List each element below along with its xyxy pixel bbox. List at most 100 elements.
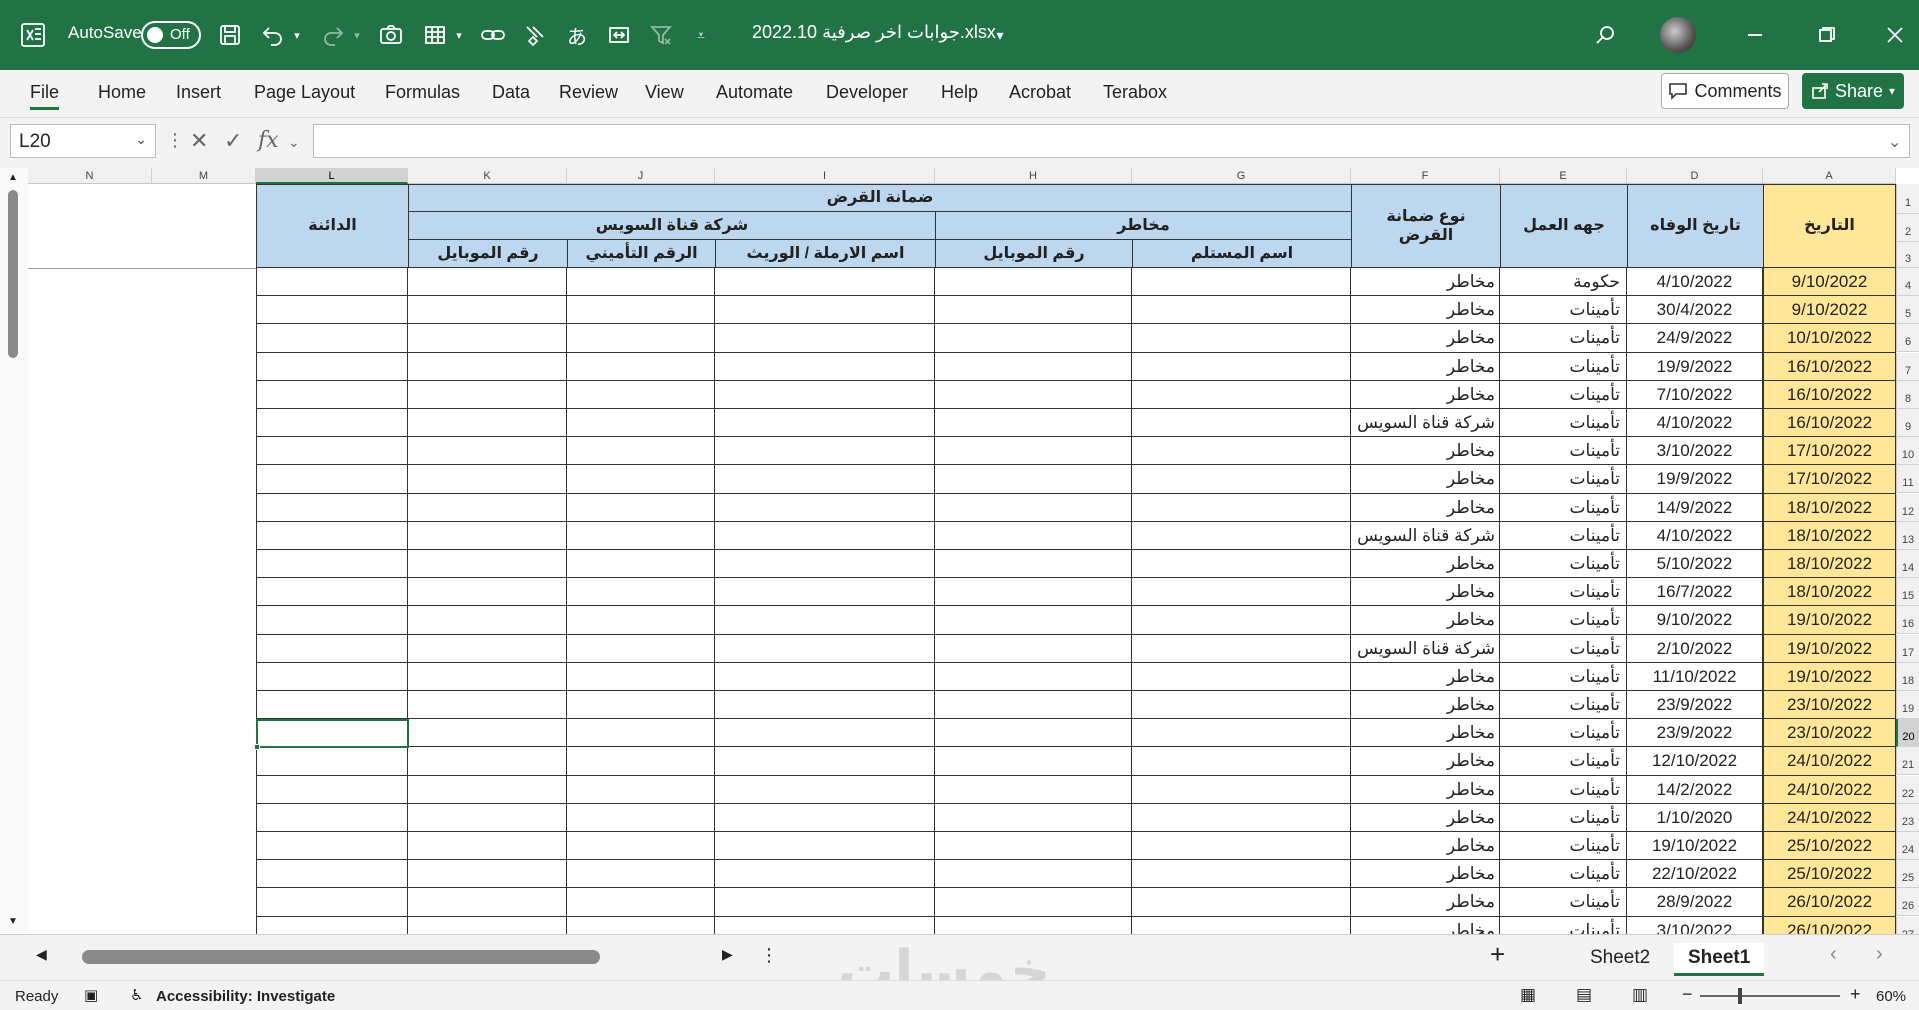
cancel-icon[interactable]: ✕ [190, 128, 208, 154]
cell-empty[interactable] [567, 606, 715, 635]
cell-empty[interactable] [567, 775, 715, 804]
cell-empty[interactable] [935, 578, 1132, 607]
vertical-scroll-thumb[interactable] [8, 190, 18, 358]
more-options-icon[interactable]: ⋮ [166, 130, 184, 151]
cell-empty[interactable] [935, 832, 1132, 861]
cell-empty[interactable] [567, 437, 715, 466]
share-button[interactable]: Share ▾ [1802, 73, 1904, 109]
redo-icon[interactable] [318, 20, 348, 50]
cell-empty[interactable] [408, 521, 567, 550]
cell-empty[interactable] [567, 268, 715, 297]
cell-date[interactable]: 17/10/2022 [1763, 437, 1896, 466]
tab-page-layout[interactable]: Page Layout [254, 82, 355, 103]
expand-formula-icon[interactable]: ⌄ [1888, 132, 1901, 152]
cell-empty[interactable] [408, 832, 567, 861]
cell-empty[interactable] [567, 888, 715, 917]
cell-empty[interactable] [408, 465, 567, 494]
insert-function-icon[interactable]: fx [258, 128, 279, 153]
cell-type[interactable]: مخاطر [1351, 437, 1500, 466]
row-header-12[interactable]: 12 [1896, 493, 1919, 522]
cell-employer[interactable]: تأمينات [1500, 606, 1627, 635]
cell-type[interactable]: مخاطر [1351, 296, 1500, 325]
cell-empty[interactable] [935, 550, 1132, 579]
tab-data[interactable]: Data [492, 82, 530, 103]
cell-empty[interactable] [256, 606, 408, 635]
header-recipient-name[interactable]: اسم المستلم [1132, 239, 1352, 268]
tab-developer[interactable]: Developer [826, 82, 908, 103]
cell-empty[interactable] [1132, 409, 1351, 438]
cell-employer[interactable]: تأمينات [1500, 352, 1627, 381]
cell-empty[interactable] [935, 888, 1132, 917]
cell-empty[interactable] [935, 775, 1132, 804]
cell-type[interactable]: مخاطر [1351, 832, 1500, 861]
column-header-e[interactable]: E [1500, 168, 1627, 184]
row-header-24[interactable]: 24 [1896, 832, 1919, 860]
cell-date[interactable]: 9/10/2022 [1763, 268, 1896, 297]
header-guarantee-type[interactable]: نوع ضمانة القرض [1351, 184, 1501, 268]
cell-empty[interactable] [408, 296, 567, 325]
cell-type[interactable]: مخاطر [1351, 380, 1500, 409]
cell-death[interactable]: 23/9/2022 [1627, 719, 1763, 748]
tab-file[interactable]: File [30, 82, 60, 110]
undo-icon[interactable] [258, 20, 288, 50]
cell-employer[interactable]: تأمينات [1500, 437, 1627, 466]
search-icon[interactable] [1590, 20, 1620, 50]
cell-type[interactable]: مخاطر [1351, 719, 1500, 748]
cell-empty[interactable] [1132, 352, 1351, 381]
cell-death[interactable]: 12/10/2022 [1627, 747, 1763, 776]
cell-empty[interactable] [715, 550, 935, 579]
cell-death[interactable]: 14/9/2022 [1627, 493, 1763, 522]
cell-empty[interactable] [256, 747, 408, 776]
cell-date[interactable]: 18/10/2022 [1763, 550, 1896, 579]
cell-empty[interactable] [715, 719, 935, 748]
macro-record-icon[interactable]: ▣ [84, 986, 98, 1004]
next-sheet-icon[interactable]: › [1876, 943, 1883, 966]
cell-employer[interactable]: تأمينات [1500, 493, 1627, 522]
cell-empty[interactable] [408, 268, 567, 297]
sheet-tab-sheet1[interactable]: Sheet1 [1674, 943, 1765, 976]
cell-type[interactable]: مخاطر [1351, 775, 1500, 804]
cell-date[interactable]: 16/10/2022 [1763, 352, 1896, 381]
column-header-l[interactable]: L [256, 168, 408, 184]
cell-death[interactable]: 2/10/2022 [1627, 634, 1763, 663]
function-dropdown-icon[interactable]: ⌄ [288, 134, 300, 151]
cell-empty[interactable] [715, 409, 935, 438]
formula-input[interactable] [313, 124, 1910, 158]
cell-empty[interactable] [715, 521, 935, 550]
cell-employer[interactable]: تأمينات [1500, 324, 1627, 353]
cell-empty[interactable] [256, 352, 408, 381]
cell-type[interactable]: شركة قناة السويس [1351, 409, 1500, 438]
cell-empty[interactable] [408, 888, 567, 917]
row-header-2[interactable]: 2 [1896, 214, 1919, 242]
cell-death[interactable]: 24/9/2022 [1627, 324, 1763, 353]
autosave-toggle[interactable]: Off [141, 21, 201, 49]
cell-empty[interactable] [1132, 860, 1351, 889]
cell-employer[interactable]: تأمينات [1500, 747, 1627, 776]
cell-empty[interactable] [567, 691, 715, 720]
header-death-date[interactable]: تاريخ الوفاه [1627, 184, 1764, 268]
row-header-26[interactable]: 26 [1896, 888, 1919, 917]
cell-empty[interactable] [567, 860, 715, 889]
cell-empty[interactable] [1132, 606, 1351, 635]
row-header-4[interactable]: 4 [1896, 268, 1919, 296]
cell-empty[interactable] [935, 521, 1132, 550]
cell-employer[interactable]: تأمينات [1500, 296, 1627, 325]
cell-employer[interactable]: تأمينات [1500, 888, 1627, 917]
cell-empty[interactable] [715, 860, 935, 889]
cell-empty[interactable] [567, 662, 715, 691]
cell-empty[interactable] [408, 606, 567, 635]
column-header-j[interactable]: J [567, 168, 715, 184]
cell-empty[interactable] [408, 324, 567, 353]
row-header-5[interactable]: 5 [1896, 296, 1919, 325]
accessibility-icon[interactable]: ♿ [130, 986, 143, 1004]
cell-empty[interactable] [715, 606, 935, 635]
cell-death[interactable]: 19/9/2022 [1627, 465, 1763, 494]
avatar[interactable] [1660, 17, 1696, 53]
row-header-9[interactable]: 9 [1896, 409, 1919, 437]
cell-death[interactable]: 28/9/2022 [1627, 888, 1763, 917]
cell-type[interactable]: شركة قناة السويس [1351, 634, 1500, 663]
cell-empty[interactable] [1132, 662, 1351, 691]
cell-empty[interactable] [715, 888, 935, 917]
cell-empty[interactable] [715, 465, 935, 494]
cell-date[interactable]: 16/10/2022 [1763, 380, 1896, 409]
